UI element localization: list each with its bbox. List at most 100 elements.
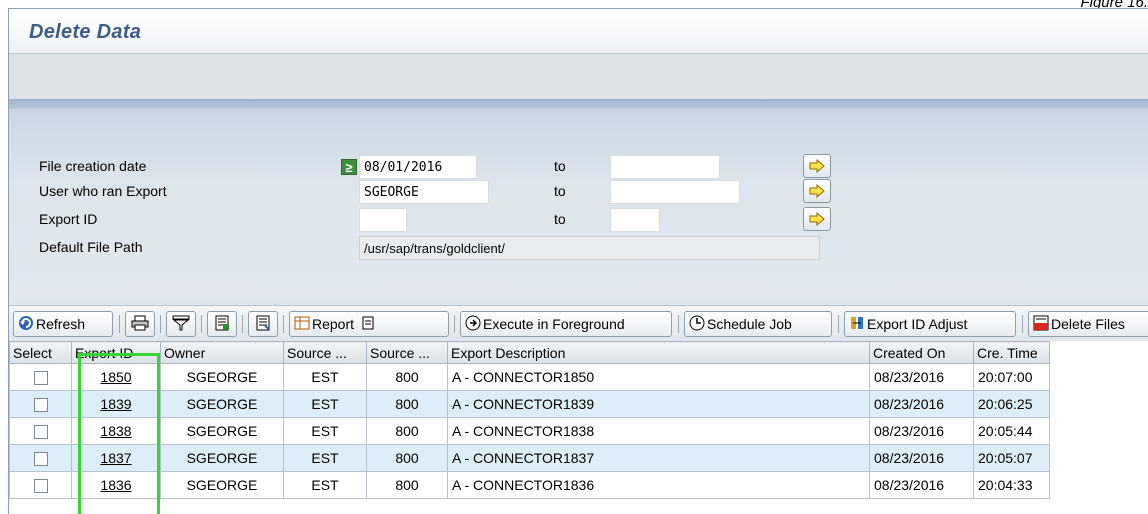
spreadsheet-icon [214, 315, 230, 334]
toolbar-separator [242, 315, 243, 333]
table-row[interactable]: 1839 SGEORGE EST 800 A - CONNECTOR1839 0… [9, 390, 1050, 418]
to-label: to [554, 183, 566, 199]
table-row[interactable]: 1837 SGEORGE EST 800 A - CONNECTOR1837 0… [9, 444, 1050, 472]
layout-button[interactable] [248, 311, 278, 337]
created-on-cell: 08/23/2016 [869, 390, 974, 418]
column-header-owner[interactable]: Owner [160, 341, 284, 364]
user-label: User who ran Export [39, 183, 167, 199]
toolbar-separator [160, 315, 161, 333]
column-header-export-id[interactable]: Export ID [71, 341, 161, 364]
export-list-grid: Select Export ID Owner Source ... Source… [9, 341, 1148, 514]
file-path-label: Default File Path [39, 239, 143, 255]
time-cell: 20:07:00 [973, 363, 1050, 391]
arrow-right-icon [809, 184, 825, 198]
row-checkbox[interactable] [33, 425, 48, 440]
select-cell[interactable] [9, 471, 72, 499]
row-checkbox[interactable] [33, 398, 48, 413]
to-label: to [554, 158, 566, 174]
export-spreadsheet-button[interactable] [207, 311, 237, 337]
file-date-label: File creation date [39, 158, 147, 174]
multiple-selection-button[interactable] [803, 207, 831, 231]
filter-icon [172, 315, 190, 334]
export-id-link[interactable]: 1836 [100, 477, 131, 493]
time-cell: 20:05:44 [973, 417, 1050, 445]
delete-files-button[interactable]: Delete Files [1028, 311, 1148, 337]
time-cell: 20:06:25 [973, 390, 1050, 418]
document-icon [255, 315, 271, 334]
export-id-low-field[interactable] [359, 208, 407, 232]
export-id-label: Export ID [39, 211, 98, 227]
refresh-button[interactable]: Refresh [13, 311, 113, 337]
report-icon [294, 315, 310, 334]
adjust-icon [849, 315, 865, 334]
arrow-right-icon [809, 212, 825, 226]
owner-cell: SGEORGE [160, 417, 284, 445]
toolbar-separator [678, 315, 679, 333]
description-cell: A - CONNECTOR1838 [447, 417, 870, 445]
toolbar-separator [283, 315, 284, 333]
selection-option-icon[interactable]: ≥ [341, 159, 357, 175]
selection-row-user: User who ran Export SGEORGE to [9, 179, 1148, 205]
report-label: Report [312, 316, 355, 332]
column-header-description[interactable]: Export Description [447, 341, 870, 364]
select-cell[interactable] [9, 417, 72, 445]
column-header-source-system[interactable]: Source ... [283, 341, 367, 364]
report-button[interactable]: Report [289, 311, 449, 337]
toolbar-separator [201, 315, 202, 333]
export-id-high-field[interactable] [610, 208, 660, 232]
source-system-cell: EST [283, 444, 367, 472]
multiple-selection-button[interactable] [803, 154, 831, 178]
schedule-job-label: Schedule Job [707, 316, 792, 332]
column-header-source-client[interactable]: Source ... [366, 341, 448, 364]
source-client-cell: 800 [366, 444, 448, 472]
selection-row-file-date: File creation date ≥ 08/01/2016 to [9, 154, 1148, 180]
screen-title: Delete Data [29, 21, 142, 43]
table-row[interactable]: 1850 SGEORGE EST 800 A - CONNECTOR1850 0… [9, 363, 1050, 391]
export-id-link[interactable]: 1838 [100, 423, 131, 439]
clock-icon [689, 315, 705, 334]
selection-screen: File creation date ≥ 08/01/2016 to User … [9, 109, 1148, 402]
source-client-cell: 800 [366, 417, 448, 445]
row-checkbox[interactable] [33, 479, 48, 494]
to-label: to [554, 211, 566, 227]
execute-icon [465, 315, 481, 334]
delete-files-label: Delete Files [1051, 316, 1125, 332]
column-header-select[interactable]: Select [9, 341, 72, 364]
execute-foreground-button[interactable]: Execute in Foreground [460, 311, 672, 337]
multiple-selection-button[interactable] [803, 179, 831, 203]
source-client-cell: 800 [366, 390, 448, 418]
select-cell[interactable] [9, 363, 72, 391]
export-id-adjust-button[interactable]: Export ID Adjust [844, 311, 1016, 337]
row-checkbox[interactable] [33, 452, 48, 467]
user-low-field[interactable]: SGEORGE [359, 180, 489, 204]
printer-icon [131, 315, 149, 334]
description-cell: A - CONNECTOR1850 [447, 363, 870, 391]
filter-button[interactable] [166, 311, 196, 337]
file-date-high-field[interactable] [610, 155, 720, 179]
table-header-row: Select Export ID Owner Source ... Source… [9, 341, 1050, 364]
refresh-icon [18, 315, 34, 334]
owner-cell: SGEORGE [160, 390, 284, 418]
source-client-cell: 800 [366, 471, 448, 499]
created-on-cell: 08/23/2016 [869, 363, 974, 391]
arrow-right-icon [809, 159, 825, 173]
export-id-link[interactable]: 1837 [100, 450, 131, 466]
source-system-cell: EST [283, 363, 367, 391]
export-id-link[interactable]: 1850 [100, 369, 131, 385]
column-header-created-on[interactable]: Created On [869, 341, 974, 364]
export-id-link[interactable]: 1839 [100, 396, 131, 412]
file-date-low-field[interactable]: 08/01/2016 [359, 155, 477, 179]
select-cell[interactable] [9, 444, 72, 472]
select-cell[interactable] [9, 390, 72, 418]
application-toolbar [9, 53, 1148, 99]
row-checkbox[interactable] [33, 371, 48, 386]
description-cell: A - CONNECTOR1839 [447, 390, 870, 418]
schedule-job-button[interactable]: Schedule Job [684, 311, 832, 337]
description-cell: A - CONNECTOR1837 [447, 444, 870, 472]
table-row[interactable]: 1836 SGEORGE EST 800 A - CONNECTOR1836 0… [9, 471, 1050, 499]
user-high-field[interactable] [610, 180, 740, 204]
print-button[interactable] [125, 311, 155, 337]
column-header-time[interactable]: Cre. Time [973, 341, 1050, 364]
toolbar-separator [454, 315, 455, 333]
table-row[interactable]: 1838 SGEORGE EST 800 A - CONNECTOR1838 0… [9, 417, 1050, 445]
